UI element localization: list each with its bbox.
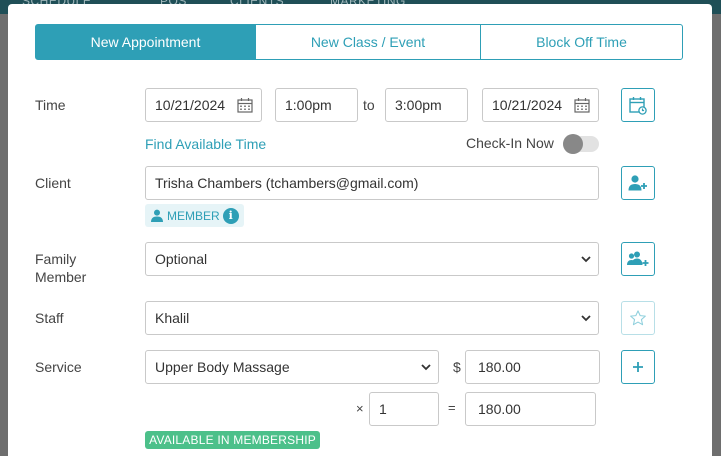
price-value: 180.00: [478, 359, 521, 375]
client-label: Client: [35, 175, 71, 191]
price-input[interactable]: 180.00: [465, 350, 600, 384]
total-value: 180.00: [478, 401, 521, 417]
end-date-value: 10/21/2024: [492, 97, 563, 113]
plus-icon: [633, 362, 643, 372]
total-input[interactable]: 180.00: [465, 392, 596, 426]
calendar-icon: [237, 98, 253, 113]
currency-symbol: $: [453, 359, 461, 375]
quantity-input[interactable]: 1: [369, 392, 439, 426]
star-icon: [630, 310, 646, 326]
tab-new-appointment[interactable]: New Appointment: [35, 24, 256, 60]
calendar-icon: [574, 98, 590, 113]
start-date-value: 10/21/2024: [155, 97, 226, 113]
end-time-value: 3:00pm: [395, 97, 442, 113]
start-time-field[interactable]: 1:00pm: [275, 88, 358, 122]
service-value: Upper Body Massage: [155, 359, 290, 375]
background-right-strip: [712, 14, 721, 456]
end-time-field[interactable]: 3:00pm: [385, 88, 468, 122]
add-person-icon: [628, 175, 647, 191]
chevron-down-icon: [581, 315, 591, 322]
family-member-select[interactable]: Optional: [145, 242, 599, 276]
service-label: Service: [35, 359, 82, 375]
add-family-member-button[interactable]: [621, 242, 655, 276]
family-member-value: Optional: [155, 251, 208, 267]
start-time-value: 1:00pm: [285, 97, 332, 113]
calendar-refresh-icon: [629, 97, 647, 115]
end-date-field[interactable]: 10/21/2024: [482, 88, 599, 122]
check-in-toggle[interactable]: [563, 134, 599, 154]
staff-value: Khalil: [155, 310, 190, 326]
add-service-button[interactable]: [621, 350, 655, 384]
family-member-label: Family Member: [35, 251, 87, 285]
service-select[interactable]: Upper Body Massage: [145, 350, 439, 384]
person-icon: [151, 209, 163, 222]
start-date-field[interactable]: 10/21/2024: [145, 88, 262, 122]
member-badge-label: MEMBER: [167, 208, 220, 223]
new-appointment-dialog: New Appointment New Class / Event Block …: [8, 4, 712, 456]
tab-block-off-time[interactable]: Block Off Time: [480, 24, 683, 60]
staff-label: Staff: [35, 310, 64, 326]
to-label: to: [363, 97, 375, 113]
toggle-knob: [563, 134, 583, 154]
member-badge: MEMBER i: [145, 204, 244, 227]
calendar-refresh-button[interactable]: [621, 88, 655, 122]
equals-sign: =: [448, 400, 456, 415]
chevron-down-icon: [581, 256, 591, 263]
find-available-time-link[interactable]: Find Available Time: [145, 136, 266, 152]
quantity-value: 1: [379, 401, 387, 417]
background-left-strip: [0, 14, 8, 456]
available-in-membership-badge: AVAILABLE IN MEMBERSHIP: [145, 431, 320, 449]
multiply-sign: ×: [356, 401, 364, 416]
info-icon[interactable]: i: [222, 207, 239, 224]
time-label: Time: [35, 97, 66, 113]
tab-new-class-event[interactable]: New Class / Event: [255, 24, 481, 60]
client-value: Trisha Chambers (tchambers@gmail.com): [155, 175, 419, 191]
client-input[interactable]: Trisha Chambers (tchambers@gmail.com): [145, 166, 599, 200]
add-group-icon: [627, 251, 649, 266]
favorite-staff-button[interactable]: [621, 301, 655, 335]
chevron-down-icon: [421, 364, 431, 371]
add-client-button[interactable]: [621, 166, 655, 200]
check-in-label: Check-In Now: [466, 135, 554, 151]
staff-select[interactable]: Khalil: [145, 301, 599, 335]
